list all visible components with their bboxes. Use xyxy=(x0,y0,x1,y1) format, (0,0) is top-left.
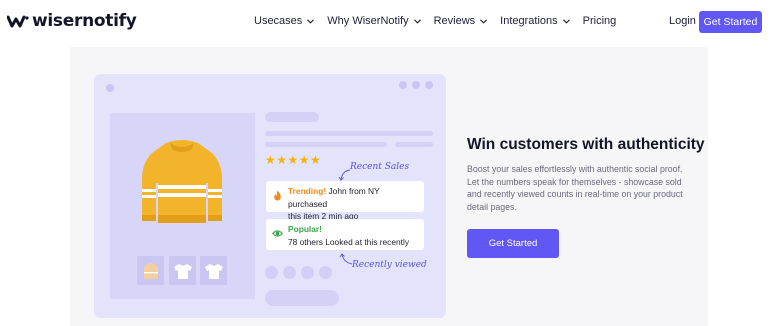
jacket-thumbnail-icon xyxy=(143,262,158,279)
nav-why-wisernotify[interactable]: Why WiserNotify xyxy=(327,15,421,27)
top-navbar: wisernotify Usecases Why WiserNotify Rev… xyxy=(0,0,780,44)
skeleton-title xyxy=(265,112,319,122)
trending-tag: Trending! xyxy=(288,186,327,196)
product-thumbnail[interactable] xyxy=(200,256,227,285)
fire-icon xyxy=(274,190,281,201)
browser-dot xyxy=(106,84,114,92)
get-started-button-nav[interactable]: Get Started xyxy=(699,11,762,33)
chevron-down-icon xyxy=(413,18,421,24)
annotation-recent-sales: Recent Sales xyxy=(350,162,410,172)
hero-description: Boost your sales effortlessly with authe… xyxy=(467,164,683,212)
logo[interactable]: wisernotify xyxy=(7,11,137,31)
nav-integrations[interactable]: Integrations xyxy=(500,15,570,27)
nav-integrations-label: Integrations xyxy=(500,15,558,27)
swatch-dot xyxy=(283,266,296,279)
login-link[interactable]: Login xyxy=(669,15,696,27)
skeleton-line xyxy=(395,142,433,147)
tshirt-icon xyxy=(204,263,223,279)
swatch-dot xyxy=(319,266,332,279)
trending-line-1: Trending! John from NY purchased xyxy=(288,185,418,210)
browser-dot xyxy=(425,81,433,89)
nav-pricing-label: Pricing xyxy=(582,15,617,27)
annotation-recently-viewed: Recently viewed xyxy=(352,260,427,270)
popular-text: 78 others Looked at this recently xyxy=(288,236,410,247)
nav-reviews[interactable]: Reviews xyxy=(434,15,488,27)
browser-dot xyxy=(412,81,420,89)
swatch-dot xyxy=(301,266,314,279)
skeleton-line xyxy=(265,142,387,147)
nav-usecases-label: Usecases xyxy=(254,15,303,27)
curved-arrow-icon xyxy=(338,169,351,181)
browser-dot xyxy=(399,81,407,89)
chevron-down-icon xyxy=(480,18,488,24)
popular-tag: Popular! xyxy=(288,224,322,234)
logo-text: wisernotify xyxy=(32,11,137,31)
skeleton-line xyxy=(265,131,433,136)
wiser-logo-icon xyxy=(7,15,29,28)
nav-usecases[interactable]: Usecases xyxy=(254,15,315,27)
nav-why-label: Why WiserNotify xyxy=(327,15,409,27)
get-started-button-hero[interactable]: Get Started xyxy=(467,229,559,258)
rating-stars: ★★★★★ xyxy=(265,153,322,167)
skeleton-button xyxy=(265,290,339,306)
swatch-dot xyxy=(265,266,278,279)
main-menu: Usecases Why WiserNotify Reviews Integra… xyxy=(254,15,629,27)
trending-notification-card: Trending! John from NY purchased this it… xyxy=(266,181,424,221)
product-thumbnail[interactable] xyxy=(169,256,196,285)
jacket-illustration xyxy=(142,140,222,223)
tshirt-icon xyxy=(173,263,192,279)
product-thumbnail[interactable] xyxy=(137,256,164,285)
eye-icon xyxy=(272,230,283,237)
popular-notification-card: Popular! 78 others Looked at this recent… xyxy=(266,219,424,250)
chevron-down-icon xyxy=(307,18,315,24)
chevron-down-icon xyxy=(562,18,570,24)
nav-pricing[interactable]: Pricing xyxy=(583,15,617,27)
hero-title: Win customers with authenticity xyxy=(467,136,705,153)
nav-reviews-label: Reviews xyxy=(433,15,476,27)
